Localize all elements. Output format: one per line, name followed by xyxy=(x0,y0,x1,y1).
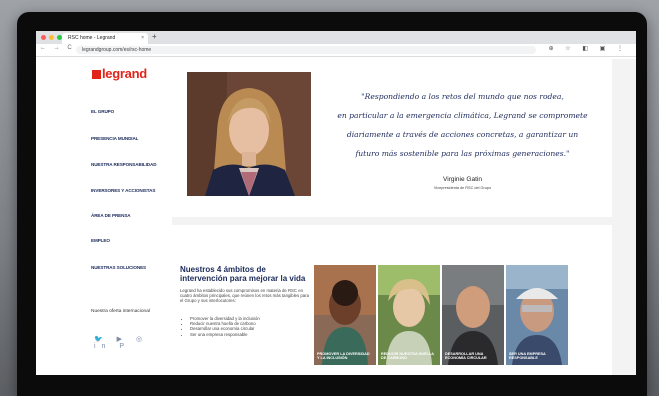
card-economia[interactable]: DESARROLLAR UNA ECONOMÍA CIRCULAR xyxy=(442,265,504,365)
card-label: REDUCIR NUESTRA HUELLA DE CARBONO xyxy=(381,351,434,361)
social-icons[interactable]: 🐦 ▶ ◎ in P xyxy=(94,335,166,350)
section-description: Legrand ha establecido sus compromisos e… xyxy=(180,288,309,304)
sidebar: legrand EL GRUPO PRESENCIA MUNDIAL NUEST… xyxy=(36,57,166,375)
browser-tab[interactable]: RSC home - Legrand × xyxy=(62,33,148,44)
ambitos-section: Nuestros 4 ámbitos de intervención para … xyxy=(172,225,612,375)
toolbar-icons[interactable]: ⊕ ☆ ◧ ▣ ⋮ xyxy=(549,45,628,52)
international-offer-link[interactable]: Nuestra oferta internacional xyxy=(91,309,150,314)
card-diversidad[interactable]: PROMOVER LA DIVERSIDAD Y LA INCLUSIÓN xyxy=(314,265,376,365)
card-label: PROMOVER LA DIVERSIDAD Y LA INCLUSIÓN xyxy=(317,351,370,361)
quote-line: "Respondiendo a los retos del mundo que … xyxy=(361,92,564,101)
logo-text: legrand xyxy=(102,66,147,81)
quote-author-name: Virginie Gatin xyxy=(443,176,482,183)
close-icon[interactable]: × xyxy=(141,33,144,44)
portrait-photo xyxy=(187,72,311,196)
close-window-button[interactable] xyxy=(41,35,46,40)
sidebar-item-soluciones[interactable]: NUESTRAS SOLUCIONES xyxy=(91,265,146,270)
logo-mark-icon xyxy=(92,70,101,79)
card-label: SER UNA EMPRESA RESPONSABLE xyxy=(509,351,546,361)
quote-line: futuro más sostenible para las próximas … xyxy=(355,149,570,158)
sidebar-item-prensa[interactable]: ÁREA DE PRENSA xyxy=(91,213,131,218)
sidebar-item-presencia[interactable]: PRESENCIA MUNDIAL xyxy=(91,136,138,141)
tab-title: RSC home - Legrand xyxy=(68,35,116,41)
card-carbono[interactable]: REDUCIR NUESTRA HUELLA DE CARBONO xyxy=(378,265,440,365)
quote-section: "Respondiendo a los retos del mundo que … xyxy=(172,59,612,217)
quote-text: "Respondiendo a los retos del mundo que … xyxy=(320,87,605,163)
url-input[interactable]: legrandgroup.com/es/rsc-home xyxy=(76,46,536,54)
card-responsable[interactable]: SER UNA EMPRESA RESPONSABLE xyxy=(506,265,568,365)
legrand-logo[interactable]: legrand xyxy=(92,66,147,81)
new-tab-button[interactable]: + xyxy=(152,32,157,41)
sidebar-item-responsabilidad[interactable]: NUESTRA RESPONSABILIDAD xyxy=(91,162,157,167)
address-bar: ← → C ⌂ legrandgroup.com/es/rsc-home ⊕ ☆… xyxy=(36,44,636,57)
section-title: Nuestros 4 ámbitos de intervención para … xyxy=(180,265,306,283)
minimize-window-button[interactable] xyxy=(49,35,54,40)
sidebar-item-inversores[interactable]: INVERSORES Y ACCIONISTAS xyxy=(91,188,155,193)
ambitos-list: Promover la diversidad y la inclusión Re… xyxy=(184,316,320,337)
quote-line: en particular a la emergencia climática,… xyxy=(337,111,588,120)
quote-author-role: Vicepresidenta de RSC del Grupo xyxy=(433,186,492,190)
main-content: "Respondiendo a los retos del mundo que … xyxy=(172,59,636,375)
sidebar-item-el-grupo[interactable]: EL GRUPO xyxy=(91,109,114,114)
browser-window: RSC home - Legrand × + ← → C ⌂ legrandgr… xyxy=(36,31,636,375)
window-controls xyxy=(41,35,62,40)
tab-bar: RSC home - Legrand × + xyxy=(36,31,636,44)
sidebar-item-empleo[interactable]: EMPLEO xyxy=(91,238,110,243)
quote-line: diariamente a través de acciones concret… xyxy=(346,130,579,139)
card-label: DESARROLLAR UNA ECONOMÍA CIRCULAR xyxy=(445,351,487,361)
list-item: Ser una empresa responsable xyxy=(190,332,320,337)
